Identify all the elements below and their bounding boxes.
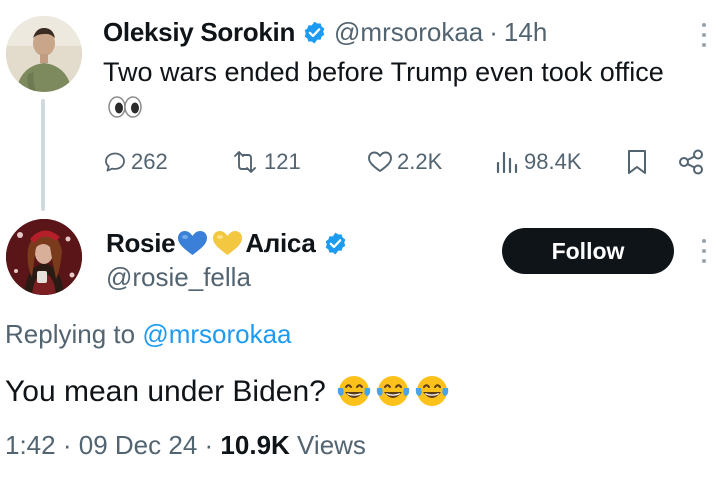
tweet-text-content: Two wars ended before Trump even took of… <box>103 57 664 87</box>
replying-to-mention[interactable]: @mrsorokaa <box>142 319 291 349</box>
reply-meta: 1:42 · 09 Dec 24 · 10.9K Views <box>5 430 366 461</box>
separator-dot: · <box>489 16 498 47</box>
reply-count: 262 <box>131 149 168 174</box>
like-count: 2.2K <box>397 149 443 174</box>
reply-author-name-part2[interactable]: Алiса <box>245 228 316 259</box>
author-handle[interactable]: @mrsorokaa <box>334 17 483 48</box>
reply-icon <box>105 152 125 172</box>
follow-button[interactable]: Follow <box>502 228 674 274</box>
reply-date[interactable]: 09 Dec 24 <box>79 430 198 460</box>
meta-separator: · <box>204 430 214 460</box>
reply-text-content: You mean under Biden? <box>5 375 326 408</box>
retweet-action[interactable]: 121 <box>230 149 301 175</box>
reply-action[interactable]: 262 <box>103 149 168 175</box>
author-name[interactable]: Oleksiy Sorokin <box>103 17 295 48</box>
reply-author-header: Rosie Алiса <box>106 225 355 261</box>
reply-author-name-part1[interactable]: Rosie <box>106 228 176 259</box>
reply-author-handle[interactable]: @rosie_fella <box>106 262 251 293</box>
reply-text: You mean under Biden? <box>5 373 450 411</box>
reply-avatar-photo <box>6 219 82 295</box>
avatar-photo <box>6 16 82 92</box>
reply-views-label: Views <box>297 430 366 460</box>
reply-author-avatar[interactable] <box>6 219 82 295</box>
eyes-emoji-icon <box>108 96 142 118</box>
reply-time[interactable]: 1:42 <box>5 430 56 460</box>
laughing-tears-emoji-icon <box>337 376 371 406</box>
author-avatar[interactable] <box>6 16 82 92</box>
reply-views-count: 10.9K <box>220 430 290 460</box>
more-options-icon[interactable] <box>697 238 711 264</box>
verified-badge-icon <box>325 232 345 254</box>
views-count: 98.4K <box>524 149 582 174</box>
retweet-count: 121 <box>264 149 301 174</box>
blue-heart-emoji-icon <box>178 231 208 255</box>
bookmark-icon <box>628 150 646 174</box>
thread-connector-line <box>41 99 45 211</box>
views-bar-chart-icon <box>496 151 518 174</box>
laughing-tears-emoji-icon <box>376 376 410 406</box>
views-action[interactable]: 98.4K <box>494 149 582 175</box>
replying-to-label: Replying to <box>5 319 136 349</box>
laughing-tears-emoji-icon <box>415 376 449 406</box>
share-action[interactable] <box>678 149 704 175</box>
author-header: Oleksiy Sorokin @mrsorokaa · 14h <box>103 14 547 50</box>
tweet-text: Two wars ended before Trump even took of… <box>103 55 678 125</box>
retweet-icon <box>234 151 256 173</box>
verified-badge-icon <box>304 21 325 43</box>
like-action[interactable]: 2.2K <box>367 149 442 175</box>
share-icon <box>679 149 703 175</box>
heart-like-icon <box>368 151 392 172</box>
bookmark-action[interactable] <box>626 149 648 175</box>
yellow-heart-emoji-icon <box>213 231 243 255</box>
replying-to-line: Replying to @mrsorokaa <box>5 319 292 350</box>
meta-separator: · <box>62 430 72 460</box>
tweet-time[interactable]: 14h <box>504 17 547 48</box>
more-options-icon[interactable] <box>697 22 711 48</box>
